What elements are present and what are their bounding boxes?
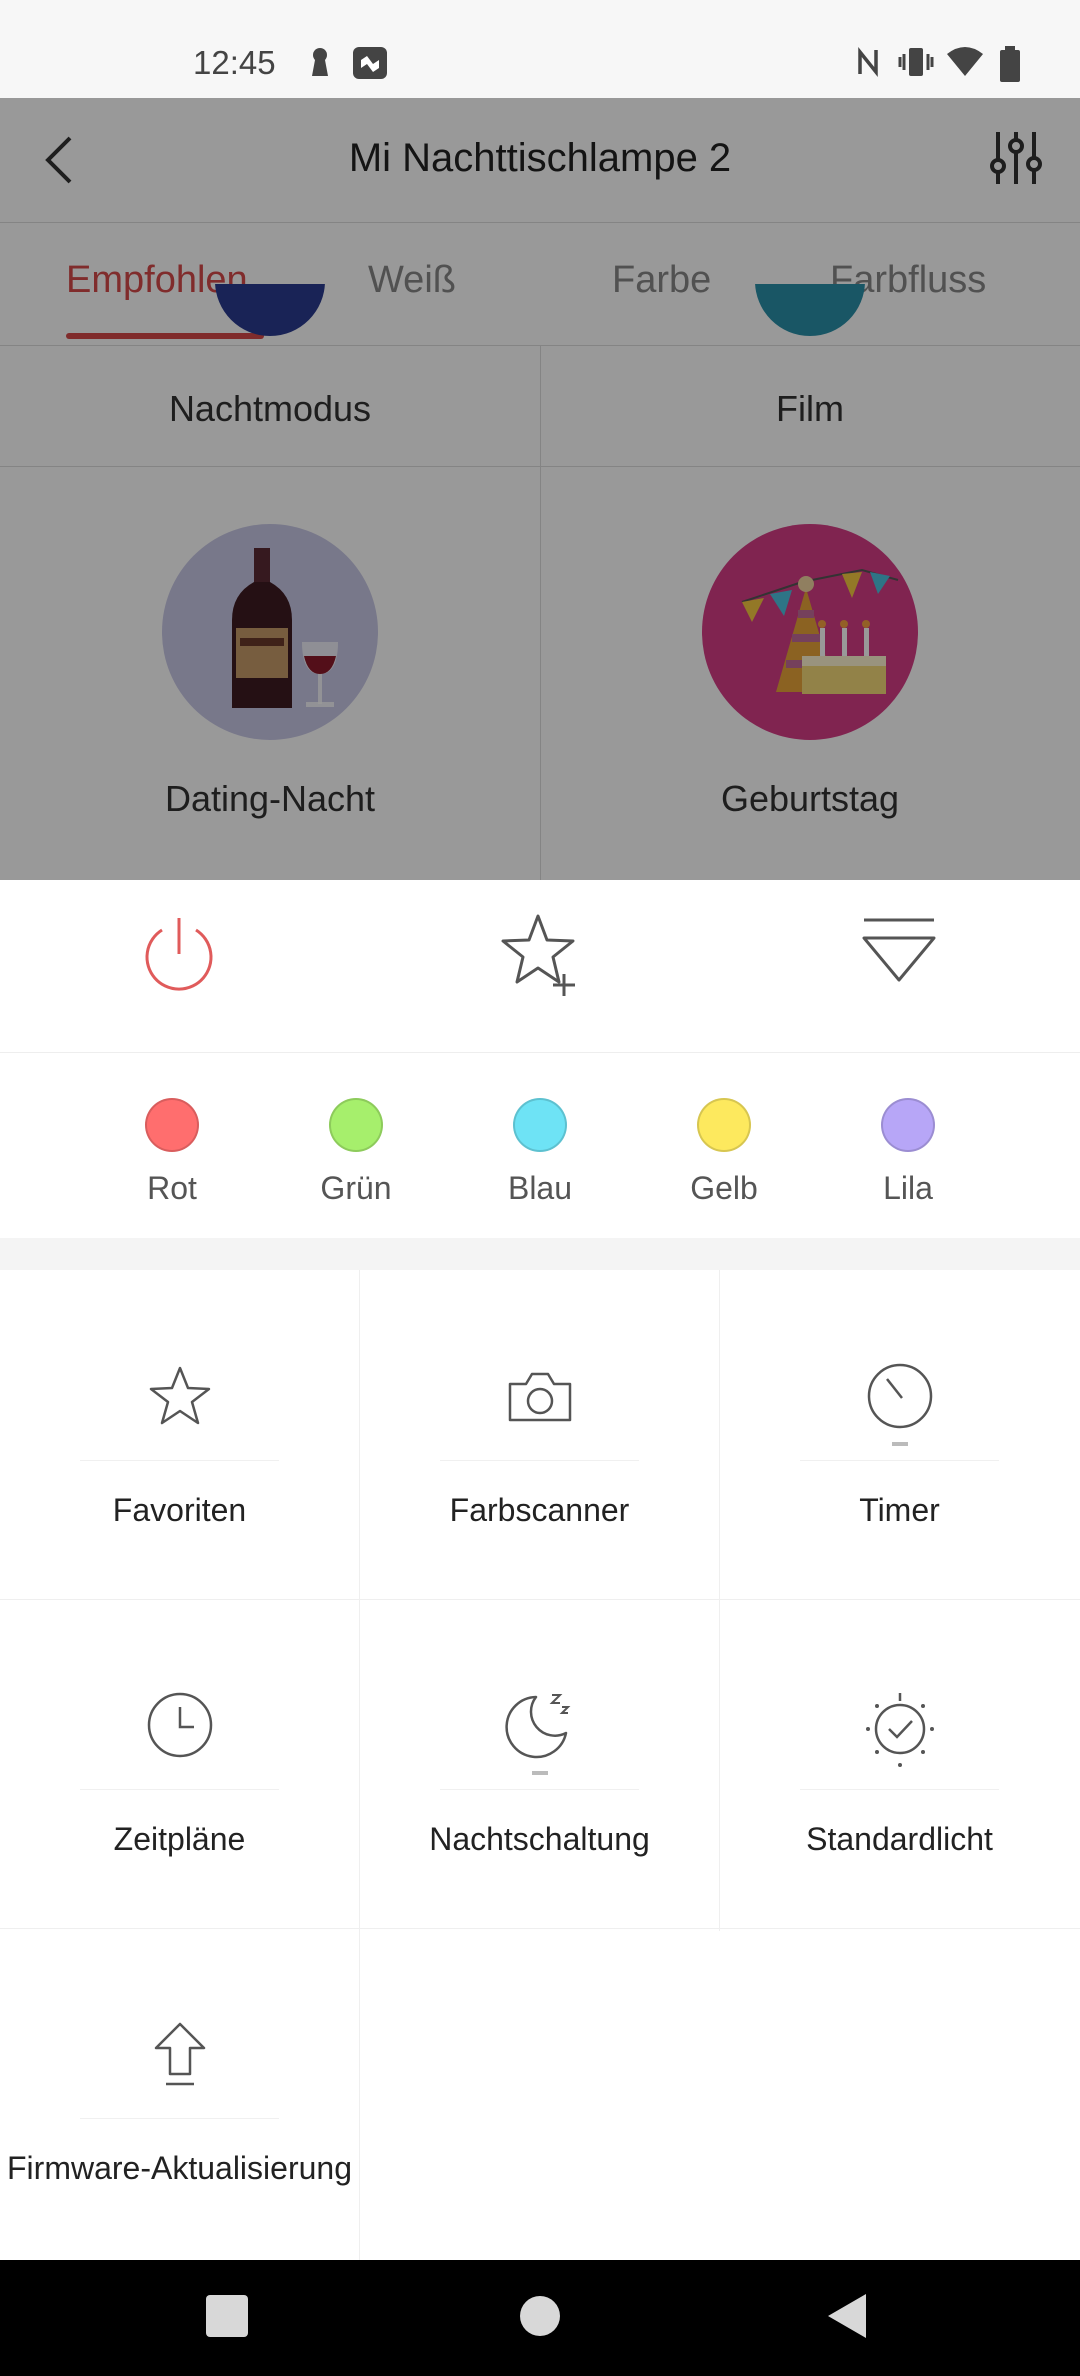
cell-divider bbox=[800, 1789, 999, 1790]
cell-divider bbox=[440, 1460, 639, 1461]
battery-icon bbox=[998, 46, 1022, 87]
star-icon bbox=[149, 1366, 211, 1425]
grid-item-zeitplaene[interactable]: Zeitpläne bbox=[0, 1599, 359, 1928]
color-swatch bbox=[145, 1098, 199, 1152]
grid-label: Farbscanner bbox=[449, 1492, 630, 1528]
grid-item-favoriten[interactable]: Favoriten bbox=[0, 1270, 359, 1599]
app-notification-icon bbox=[352, 46, 388, 85]
power-icon bbox=[145, 918, 213, 991]
grid-item-timer[interactable]: Timer bbox=[720, 1270, 1079, 1599]
grid-label: Timer bbox=[859, 1492, 940, 1528]
back-icon[interactable] bbox=[826, 2292, 870, 2340]
home-icon[interactable] bbox=[520, 2296, 560, 2336]
star-plus-icon bbox=[501, 914, 575, 996]
clock-icon bbox=[147, 1692, 213, 1758]
keyhole-icon bbox=[308, 46, 332, 83]
cell-divider bbox=[80, 2118, 279, 2119]
vibrate-icon bbox=[898, 46, 934, 83]
grid-item-firmware-aktualisierung[interactable]: Firmware-Aktualisierung bbox=[0, 1928, 359, 2257]
collapse-icon bbox=[862, 918, 936, 982]
power-button[interactable] bbox=[134, 908, 224, 998]
grid-label: Firmware-Aktualisierung bbox=[7, 2150, 352, 2186]
grid-item-farbscanner[interactable]: Farbscanner bbox=[360, 1270, 719, 1599]
navigation-bar bbox=[0, 2260, 1080, 2376]
color-preset-lila[interactable]: Lila bbox=[838, 1098, 978, 1207]
color-label: Grün bbox=[320, 1170, 392, 1206]
divider bbox=[0, 1052, 1080, 1053]
bottom-sheet: Rot Grün Blau Gelb Lila Favoriten Farbsc… bbox=[0, 880, 1080, 2260]
grid-item-standardlicht[interactable]: Standardlicht bbox=[720, 1599, 1079, 1928]
status-time: 12:45 bbox=[193, 44, 276, 81]
nfc-icon bbox=[856, 46, 880, 83]
color-label: Gelb bbox=[690, 1170, 758, 1206]
cell-divider bbox=[440, 1789, 639, 1790]
grid-item-nachtschaltung[interactable]: Nachtschaltung bbox=[360, 1599, 719, 1928]
color-swatch bbox=[697, 1098, 751, 1152]
dim-overlay[interactable] bbox=[0, 98, 1080, 880]
color-preset-gelb[interactable]: Gelb bbox=[654, 1098, 794, 1207]
color-swatch bbox=[881, 1098, 935, 1152]
add-favorite-button[interactable] bbox=[496, 908, 586, 998]
timer-icon bbox=[867, 1363, 933, 1446]
cell-divider bbox=[800, 1460, 999, 1461]
color-swatch bbox=[513, 1098, 567, 1152]
moon-icon bbox=[505, 1694, 571, 1775]
grid-label: Standardlicht bbox=[806, 1821, 993, 1857]
section-separator bbox=[0, 1238, 1080, 1270]
color-swatch bbox=[329, 1098, 383, 1152]
status-bar: 12:45 bbox=[0, 0, 1080, 98]
collapse-button[interactable] bbox=[854, 908, 944, 998]
color-preset-gruen[interactable]: Grün bbox=[286, 1098, 426, 1207]
color-preset-blau[interactable]: Blau bbox=[470, 1098, 610, 1207]
grid-label: Zeitpläne bbox=[113, 1821, 246, 1857]
grid-label: Nachtschaltung bbox=[429, 1821, 650, 1857]
cell-divider bbox=[80, 1789, 279, 1790]
recent-apps-icon[interactable] bbox=[206, 2295, 248, 2337]
color-label: Blau bbox=[507, 1170, 573, 1206]
upload-arrow-icon bbox=[154, 2022, 206, 2086]
color-label: Lila bbox=[883, 1170, 933, 1206]
camera-icon bbox=[508, 1372, 572, 1422]
color-label: Rot bbox=[147, 1170, 197, 1206]
cell-divider bbox=[80, 1460, 279, 1461]
grid-label: Favoriten bbox=[112, 1492, 247, 1528]
color-preset-rot[interactable]: Rot bbox=[102, 1098, 242, 1207]
default-light-icon bbox=[866, 1693, 934, 1767]
wifi-icon bbox=[946, 46, 984, 81]
